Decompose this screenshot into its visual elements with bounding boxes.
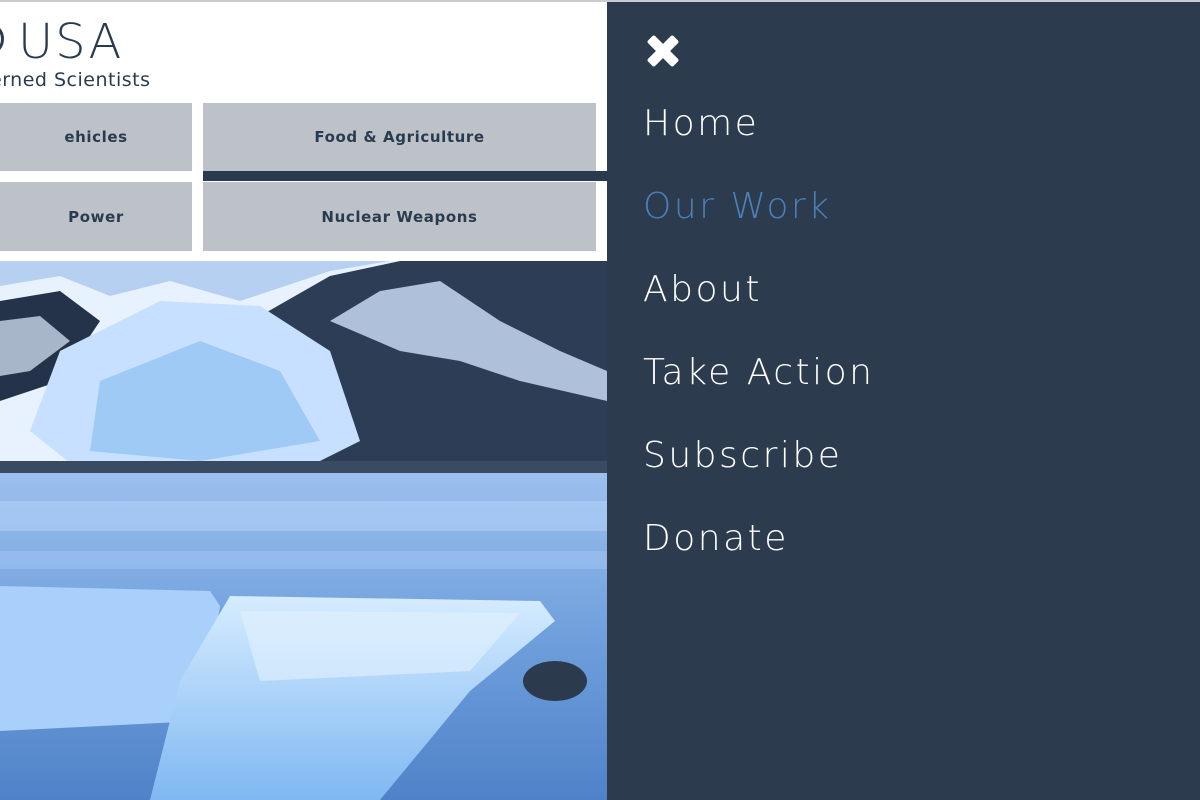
page-content: USA erned Scientists ehicles Food & Agri…	[0, 0, 607, 800]
menu-item-our-work[interactable]: Our Work	[643, 183, 875, 266]
glacier-landscape-image	[0, 261, 607, 800]
menu-item-donate[interactable]: Donate	[643, 515, 875, 598]
logo-tagline: erned Scientists	[0, 69, 151, 91]
tile-nuclear-weapons[interactable]: Nuclear Weapons	[203, 182, 596, 251]
close-icon[interactable]	[643, 32, 683, 72]
menu-item-about[interactable]: About	[643, 266, 875, 349]
site-logo[interactable]: USA erned Scientists	[0, 14, 180, 94]
main-menu: Home Our Work About Take Action Subscrib…	[643, 100, 875, 598]
top-border	[0, 0, 1200, 2]
tile-vehicles[interactable]: ehicles	[0, 103, 192, 171]
menu-item-home[interactable]: Home	[643, 100, 875, 183]
tile-active-indicator	[203, 171, 607, 181]
logo-wordmark: USA	[18, 14, 124, 70]
tile-power[interactable]: Power	[0, 182, 192, 251]
tile-food-agriculture[interactable]: Food & Agriculture	[203, 103, 596, 171]
menu-item-take-action[interactable]: Take Action	[643, 349, 875, 432]
hero-image-glacier	[0, 261, 607, 800]
globe-icon	[0, 22, 4, 56]
navigation-drawer: Home Our Work About Take Action Subscrib…	[607, 0, 1200, 800]
menu-item-subscribe[interactable]: Subscribe	[643, 432, 875, 515]
